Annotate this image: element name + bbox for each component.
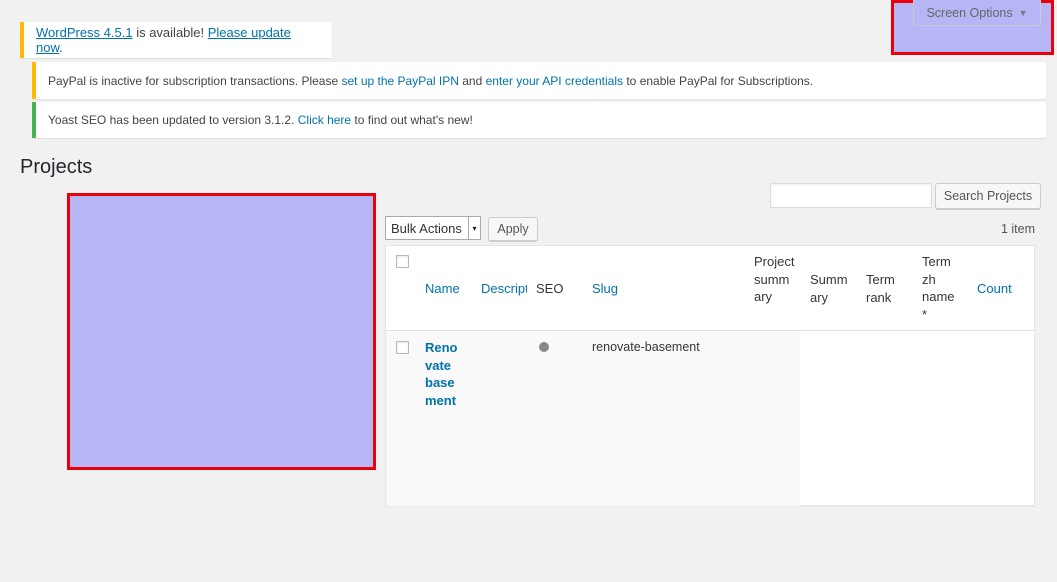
column-seo: SEO [536, 281, 564, 296]
highlight-add-project-panel [67, 193, 376, 470]
api-credentials-link[interactable]: enter your API credentials [486, 74, 623, 88]
column-description[interactable]: Descripti [481, 280, 527, 298]
search-input[interactable] [770, 183, 932, 208]
wordpress-version-link[interactable]: WordPress 4.5.1 [36, 25, 133, 40]
update-notice: WordPress 4.5.1 is available! Please upd… [20, 22, 332, 58]
column-term-zh-name: Term zh name * [922, 254, 955, 322]
screen-options-label: Screen Options [926, 5, 1013, 20]
bulk-actions-value: Bulk Actions [391, 220, 462, 236]
row-checkbox[interactable] [396, 341, 409, 354]
seo-status-dot-icon [539, 342, 549, 352]
yoast-notice: Yoast SEO has been updated to version 3.… [32, 102, 1046, 138]
column-slug[interactable]: Slug [592, 280, 618, 298]
screen-options-button[interactable]: Screen Options ▼ [913, 0, 1041, 26]
apply-button[interactable]: Apply [488, 217, 538, 241]
triangle-down-icon: ▼ [1018, 7, 1028, 18]
table-header: Name Descripti SEO Slug Project summary … [386, 246, 1034, 331]
column-term-rank: Term rank [866, 272, 895, 305]
column-summary: Summary [810, 272, 848, 305]
dropdown-arrow-icon: ▾ [468, 217, 480, 239]
column-project-summary: Project summary [754, 254, 795, 304]
column-name[interactable]: Name [425, 280, 460, 298]
search-projects-button[interactable]: Search Projects [935, 183, 1041, 209]
row-name-link[interactable]: Renovate basement [425, 339, 461, 409]
item-count: 1 item [1000, 222, 1035, 236]
yoast-click-here-link[interactable]: Click here [298, 113, 351, 127]
row-slug: renovate-basement [592, 340, 700, 354]
paypal-notice: PayPal is inactive for subscription tran… [32, 62, 1046, 99]
paypal-ipn-link[interactable]: set up the PayPal IPN [341, 74, 458, 88]
projects-table: Name Descripti SEO Slug Project summary … [385, 245, 1035, 506]
column-count[interactable]: Count [977, 280, 1012, 298]
select-all-checkbox[interactable] [396, 255, 409, 268]
table-row: Renovate basement renovate-basement [386, 332, 800, 506]
bulk-actions-select[interactable]: Bulk Actions ▾ [385, 216, 481, 240]
page-title: Projects [20, 156, 93, 178]
